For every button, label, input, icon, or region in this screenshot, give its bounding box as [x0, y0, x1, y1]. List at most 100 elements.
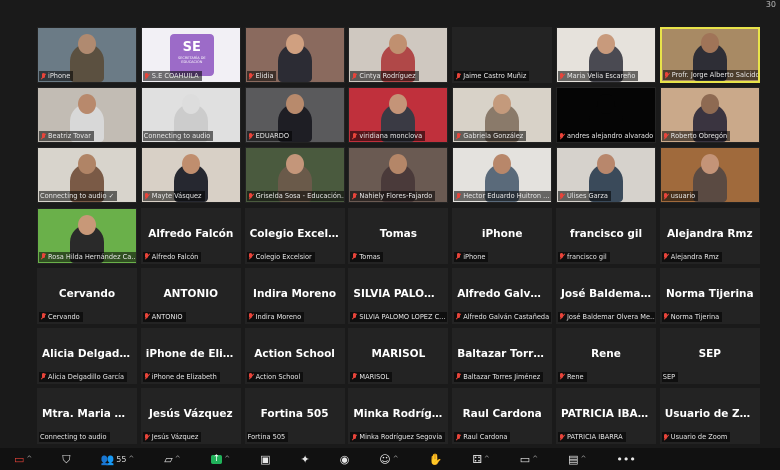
participant-tile[interactable]: Beatriz Tovar: [37, 87, 137, 144]
participant-name: Beatriz Tovar: [48, 132, 91, 141]
participant-tile[interactable]: Alfredo Falcón Alfredo Falcón: [140, 207, 241, 264]
video-off-button[interactable]: ▭ ^: [8, 448, 38, 470]
chevron-up-icon[interactable]: ^: [26, 455, 32, 463]
raise-hand-icon: ✋: [428, 452, 443, 466]
participant-tile[interactable]: Norma Tijerina Norma Tijerina: [659, 267, 760, 324]
participant-tile[interactable]: Cintya Rodríguez: [348, 27, 449, 83]
muted-mic-icon: [559, 192, 565, 200]
participant-tile[interactable]: ANTONIO ANTONIO: [140, 267, 241, 324]
chevron-up-icon[interactable]: ^: [175, 455, 181, 463]
participant-name: Maria Velia Escareño: [566, 72, 636, 80]
participants-button[interactable]: 👥 55 ^: [95, 448, 141, 470]
view-button[interactable]: ▭ ^: [514, 448, 544, 470]
participant-display-name: Rene: [591, 347, 621, 360]
participant-tile[interactable]: PATRICIA IBARRA PATRICIA IBARRA: [555, 388, 656, 445]
participant-name-label: Colegio Excelsior: [246, 251, 315, 262]
participant-name-label: Griselda Sosa - Educación...: [246, 191, 344, 202]
participant-tile[interactable]: Connecting to audio ✓: [37, 147, 137, 204]
participant-tile[interactable]: Connecting to audio: [140, 87, 241, 144]
participant-tile[interactable]: Griselda Sosa - Educación...: [244, 147, 345, 204]
muted-mic-icon: [663, 132, 669, 140]
participant-tile[interactable]: Baltazar Torres... Baltazar Torres Jiméne…: [452, 327, 553, 384]
participant-tile[interactable]: Rosa Hilda Hernández Ca...: [37, 207, 137, 264]
notes-button[interactable]: ▤ ^: [562, 448, 592, 470]
participant-tile[interactable]: iPhone iPhone: [452, 207, 553, 264]
ai-companion-button[interactable]: ✦: [294, 448, 315, 470]
chevron-up-icon[interactable]: ^: [484, 455, 490, 463]
summary-button[interactable]: ▣: [254, 448, 276, 470]
participant-tile[interactable]: Action School Action School: [244, 327, 345, 384]
participant-tile[interactable]: Usuario de Zoom Usuario de Zoom: [659, 388, 760, 445]
reactions-icon: ☺: [379, 452, 391, 466]
chevron-up-icon[interactable]: ^: [393, 455, 399, 463]
participant-name-label: SEP: [661, 371, 679, 382]
participant-name-label: viridiana monclova: [350, 131, 426, 142]
participant-name: Connecting to audio ✓: [40, 192, 115, 201]
muted-mic-icon: [40, 313, 46, 320]
participant-tile[interactable]: usuario: [659, 147, 760, 204]
participant-name-label: Rosa Hilda Hernández Ca...: [39, 251, 136, 262]
muted-mic-icon: [248, 253, 254, 260]
participant-tile[interactable]: Minka Rodrígue... Minka Rodríguez Segovia: [348, 388, 449, 445]
more-icon: •••: [616, 452, 636, 466]
reactions-button[interactable]: ☺ ^: [373, 448, 404, 470]
participant-tile[interactable]: Cervando Cervando: [37, 267, 137, 324]
chevron-up-icon[interactable]: ^: [128, 455, 134, 463]
participant-tile[interactable]: Hector Eduardo Huitron ...: [452, 147, 553, 204]
chat-button[interactable]: ▱ ^: [158, 448, 186, 470]
participant-tile[interactable]: Elidia: [244, 27, 345, 83]
participants-count: 55: [116, 454, 127, 464]
participant-tile[interactable]: José Baldemar... José Baldemar Olvera Me.…: [555, 267, 656, 324]
participant-name-label: MARISOL: [350, 371, 393, 382]
participant-tile[interactable]: francisco gil francisco gil: [555, 207, 656, 264]
notes-icon: ▤: [568, 452, 579, 466]
participant-tile[interactable]: Roberto Obregón: [659, 87, 760, 144]
participant-name: Mayte Vásquez: [151, 192, 202, 201]
participant-tile[interactable]: iPhone de Eliza... iPhone de Elizabeth: [140, 327, 241, 384]
participant-tile[interactable]: Profr. Jorge Alberto Salcido: [659, 27, 760, 83]
participant-tile[interactable]: EDUARDO: [244, 87, 345, 144]
participant-tile[interactable]: Indira Moreno Indira Moreno: [244, 267, 345, 324]
muted-mic-icon: [144, 253, 150, 260]
participant-tile[interactable]: Fortina 505 Fortina 505: [244, 388, 345, 445]
share-screen-button[interactable]: ↑ ^: [205, 448, 236, 470]
security-button[interactable]: ⛉: [56, 448, 76, 470]
chevron-up-icon[interactable]: ^: [532, 455, 538, 463]
participant-tile[interactable]: Maria Velia Escareño: [555, 27, 656, 83]
participant-tile[interactable]: Jesús Vázquez Jesús Vázquez: [140, 388, 241, 445]
record-button[interactable]: ◉: [334, 448, 356, 470]
participant-tile[interactable]: Ulises Garza: [555, 147, 656, 204]
participant-name: Alicia Delgadillo García: [48, 372, 124, 381]
participant-tile[interactable]: Alejandra Rmz Alejandra Rmz: [659, 207, 760, 264]
apps-button[interactable]: ⚃ ^: [466, 448, 495, 470]
participant-tile[interactable]: Colegio Excelsior Colegio Excelsior: [244, 207, 345, 264]
participant-tile[interactable]: Gabriela González: [452, 87, 553, 144]
muted-mic-icon: [663, 433, 669, 441]
record-icon: ◉: [339, 452, 350, 466]
participant-tile[interactable]: iPhone: [37, 27, 137, 83]
participant-tile[interactable]: Jaime Castro Muñiz: [452, 27, 553, 83]
participant-tile[interactable]: Mtra. Maria Zav... Connecting to audio: [37, 388, 137, 445]
participant-tile[interactable]: SILVIA PALOMO... SILVIA PALOMO LOPEZ C...: [348, 267, 449, 324]
participant-tile[interactable]: Alfredo Galván... Alfredo Galván Castañed…: [452, 267, 553, 324]
chevron-up-icon[interactable]: ^: [580, 455, 586, 463]
more-button[interactable]: •••: [610, 448, 641, 470]
participant-name-label: Connecting to audio: [142, 131, 214, 142]
participant-name-label: francisco gil: [557, 251, 610, 262]
muted-mic-icon: [351, 373, 357, 380]
participant-tile[interactable]: viridiana monclova: [348, 87, 449, 144]
participant-display-name: iPhone: [481, 227, 523, 240]
participant-tile[interactable]: SEP SEP: [659, 327, 760, 384]
raise-hand-button[interactable]: ✋: [423, 448, 449, 470]
chevron-up-icon[interactable]: ^: [224, 455, 230, 463]
participant-tile[interactable]: Tomas Tomas: [348, 207, 449, 264]
participant-tile[interactable]: Rene Rene: [555, 327, 656, 384]
participant-tile[interactable]: MARISOL MARISOL: [348, 327, 449, 384]
participant-name: iPhone: [48, 72, 71, 80]
participant-tile[interactable]: Alicia Delgadill... Alicia Delgadillo Gar…: [37, 327, 137, 384]
participant-tile[interactable]: Mayte Vásquez: [140, 147, 241, 204]
participant-tile[interactable]: SE SECRETARÍA DE EDUCACIÓN S.E COAHUILA: [140, 27, 241, 83]
participant-tile[interactable]: andres alejandro alvarado: [555, 87, 656, 144]
participant-tile[interactable]: Nahiely Flores-Fajardo: [348, 147, 449, 204]
participant-tile[interactable]: Raul Cardona Raul Cardona: [452, 388, 553, 445]
